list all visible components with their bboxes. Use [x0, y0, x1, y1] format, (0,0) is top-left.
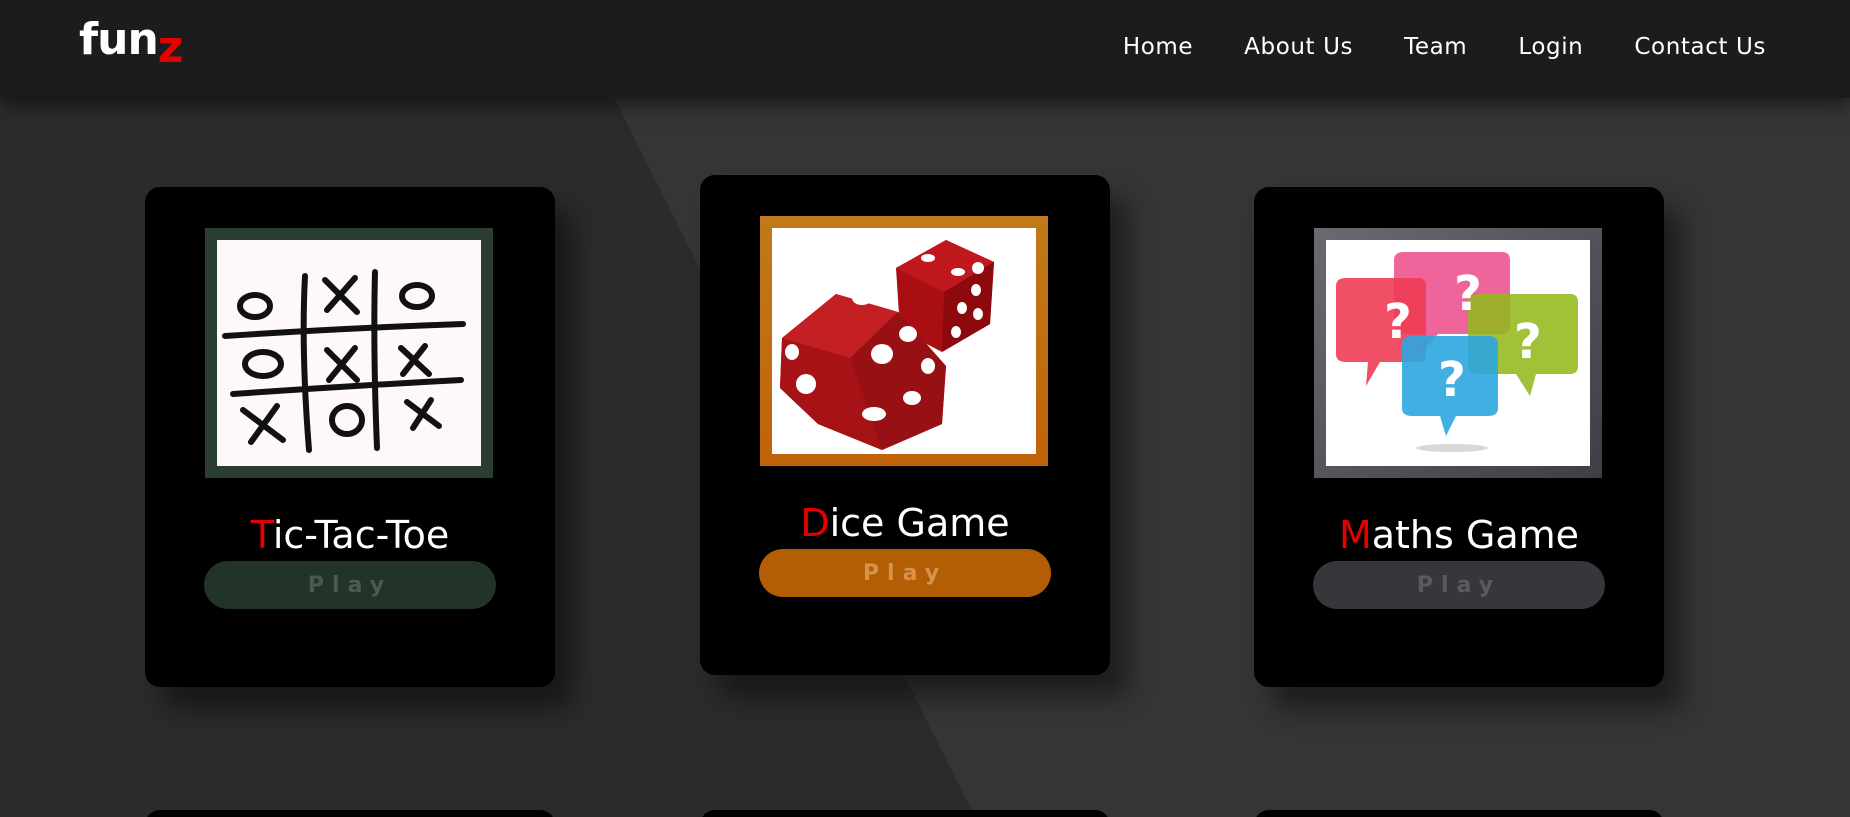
play-tic-tac-toe-button[interactable]: Play [204, 561, 496, 609]
card-title-first-letter: T [250, 513, 273, 557]
game-card-partial [145, 810, 555, 817]
game-card-dice-game: Dice Game Play [700, 175, 1110, 675]
question-speech-bubbles-image: ? ? ? ? [1326, 240, 1590, 466]
logo-accent-letter: z [157, 22, 184, 73]
nav-link-home[interactable]: Home [1123, 34, 1193, 60]
svg-text:?: ? [1438, 352, 1466, 408]
card-title-rest: ic-Tac-Toe [272, 513, 450, 557]
svg-text:?: ? [1514, 314, 1542, 370]
nav-link-login[interactable]: Login [1518, 34, 1583, 60]
play-dice-game-button[interactable]: Play [759, 549, 1051, 597]
nav-link-about-us[interactable]: About Us [1244, 34, 1353, 60]
card-title-rest: ice Game [829, 501, 1010, 545]
card-title-first-letter: D [800, 501, 830, 545]
game-card-maths-game: ? ? ? ? Maths Game Play [1254, 187, 1664, 687]
red-dice-image [772, 228, 1036, 454]
nav-link-contact-us[interactable]: Contact Us [1634, 34, 1766, 60]
game-card-tic-tac-toe: Tic-Tac-Toe Play [145, 187, 555, 687]
game-card-partial [700, 810, 1110, 817]
card-title: Dice Game [700, 501, 1110, 545]
play-maths-game-button[interactable]: Play [1313, 561, 1605, 609]
game-image-frame [205, 228, 493, 478]
card-title: Tic-Tac-Toe [145, 513, 555, 557]
svg-text:?: ? [1384, 294, 1412, 350]
nav-link-team[interactable]: Team [1404, 34, 1467, 60]
site-logo[interactable]: funz [79, 14, 183, 73]
nav-links: Home About Us Team Login Contact Us [1123, 34, 1766, 60]
game-card-partial [1254, 810, 1664, 817]
navbar: funz Home About Us Team Login Contact Us [0, 0, 1850, 98]
game-image-frame: ? ? ? ? [1314, 228, 1602, 478]
game-image-frame [760, 216, 1048, 466]
logo-text: fun [79, 14, 159, 65]
page: funz Home About Us Team Login Contact Us [0, 0, 1850, 817]
card-title-rest: aths Game [1371, 513, 1580, 557]
svg-text:?: ? [1454, 266, 1482, 322]
tic-tac-toe-board-image [217, 240, 481, 466]
card-title: Maths Game [1254, 513, 1664, 557]
card-title-first-letter: M [1338, 513, 1372, 557]
